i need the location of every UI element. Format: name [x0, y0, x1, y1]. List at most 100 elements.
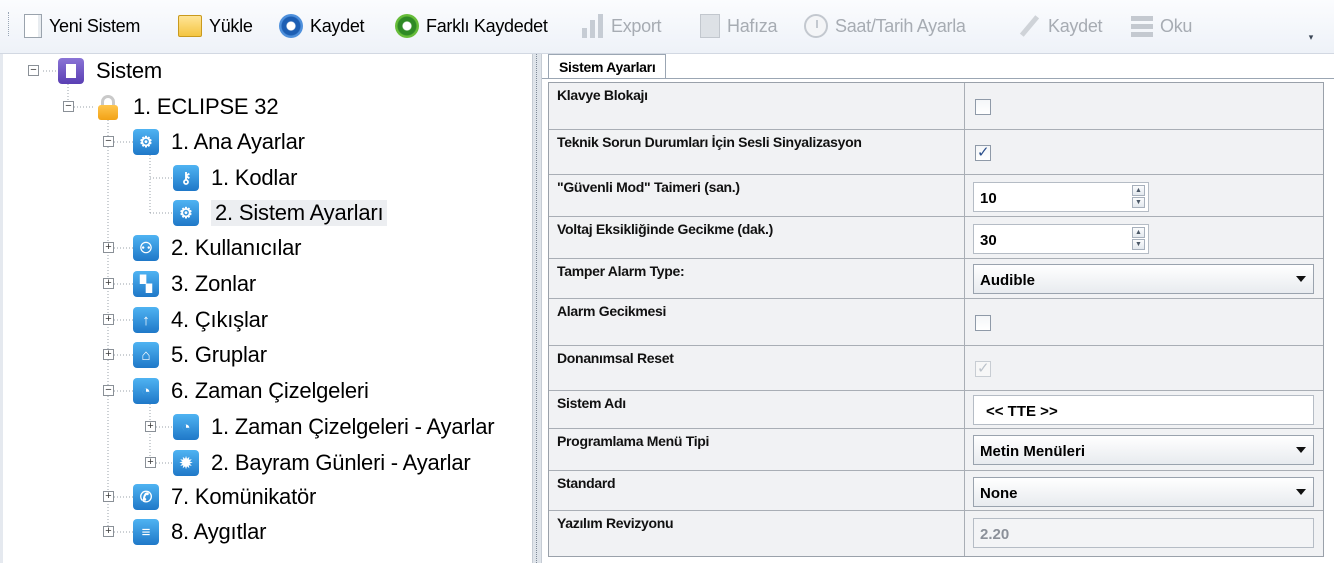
value-cell: 2.20: [965, 511, 1323, 556]
zone-icon: ▚: [133, 271, 159, 297]
standard-value: None: [980, 485, 1018, 502]
expander-eclipse[interactable]: −: [63, 101, 74, 112]
tree-node-zonlar[interactable]: ▚ 3. Zonlar: [133, 267, 256, 301]
label-alarm-gecikmesi: Alarm Gecikmesi: [549, 299, 965, 345]
expander-aygitlar[interactable]: +: [103, 526, 114, 537]
tree-node-zaman-cizelgeleri[interactable]: ◔ 6. Zaman Çizelgeleri: [133, 374, 369, 408]
pencil-icon: [1017, 14, 1041, 38]
memory-label: Hafıza: [727, 15, 778, 36]
alarm-gecikmesi-checkbox[interactable]: [975, 315, 991, 331]
value-cell: Audible: [965, 259, 1323, 298]
standard-dropdown[interactable]: None: [973, 477, 1314, 507]
panel-splitter[interactable]: [532, 54, 542, 563]
write-button[interactable]: Kaydet: [1017, 8, 1103, 44]
label-sistem-adi: Sistem Adı: [549, 391, 965, 428]
label-menu-tipi: Programlama Menü Tipi: [549, 429, 965, 470]
tree-label-kullanicilar: 2. Kullanıcılar: [171, 235, 302, 260]
memory-button[interactable]: Hafıza: [700, 8, 778, 44]
voltaj-gecikme-spinner[interactable]: 30 ▲ ▼: [973, 224, 1149, 254]
tree-node-kullanicilar[interactable]: ⚇ 2. Kullanıcılar: [133, 231, 301, 265]
value-cell: 30 ▲ ▼: [965, 217, 1323, 258]
tree-label-zonlar: 3. Zonlar: [171, 271, 257, 296]
expander-komunikator[interactable]: +: [103, 491, 114, 502]
label-sesli-sinyalizasyon: Teknik Sorun Durumları İçin Sesli Sinyal…: [549, 130, 965, 174]
spin-up-icon[interactable]: ▲: [1132, 227, 1145, 238]
tree-node-kodlar[interactable]: ⚷ 1. Kodlar: [173, 161, 297, 195]
set-time-date-button[interactable]: Saat/Tarih Ayarla: [804, 8, 966, 44]
expander-kullanicilar[interactable]: +: [103, 242, 114, 253]
tree-node-cikislar[interactable]: ↑ 4. Çıkışlar: [133, 303, 268, 337]
system-document-icon: [58, 58, 84, 84]
tree-node-zaman-ayarlar[interactable]: ◔ 1. Zaman Çizelgeleri - Ayarlar: [173, 410, 495, 444]
row-tamper-alarm: Tamper Alarm Type: Audible: [549, 259, 1323, 299]
save-as-button[interactable]: Farklı Kaydedet: [395, 8, 548, 44]
lock-icon: [95, 94, 121, 120]
tree-label-gruplar: 5. Gruplar: [171, 342, 267, 367]
arrow-up-icon: ↑: [133, 307, 159, 333]
read-label: Oku: [1160, 15, 1193, 36]
bar-chart-icon: [582, 14, 604, 38]
tamper-alarm-value: Audible: [980, 272, 1035, 289]
schedule-icon: ◔: [133, 378, 159, 404]
expander-sistem[interactable]: −: [28, 65, 39, 76]
expander-gruplar[interactable]: +: [103, 349, 114, 360]
expander-ana-ayarlar[interactable]: −: [103, 136, 114, 147]
phone-icon: ✆: [133, 484, 159, 510]
tree-node-aygitlar[interactable]: ≡ 8. Aygıtlar: [133, 515, 266, 549]
tree-label-komunikator: 7. Komünikatör: [171, 484, 317, 509]
klavye-blokaji-checkbox[interactable]: [975, 99, 991, 115]
sesli-sinyalizasyon-checkbox[interactable]: [975, 143, 991, 161]
save-button[interactable]: Kaydet: [279, 8, 365, 44]
guvenli-mod-spinner[interactable]: 10 ▲ ▼: [973, 182, 1149, 212]
tab-sistem-ayarlari[interactable]: Sistem Ayarları: [548, 54, 667, 79]
expander-bayram-gunleri[interactable]: +: [145, 457, 156, 468]
system-tree: − Sistem − 1. ECLIPSE 32 − ⚙ 1. Ana Ayar…: [0, 54, 532, 563]
menu-tipi-dropdown[interactable]: Metin Menüleri: [973, 435, 1314, 465]
expander-zaman-ayarlar[interactable]: +: [145, 421, 156, 432]
chevron-down-icon: [1296, 447, 1306, 453]
tree-node-ana-ayarlar[interactable]: ⚙ 1. Ana Ayarlar: [133, 125, 305, 159]
tree-label-kodlar: 1. Kodlar: [211, 165, 298, 190]
sistem-adi-input[interactable]: << TTE >>: [973, 395, 1314, 425]
value-cell: [965, 130, 1323, 174]
tree-label-cikislar: 4. Çıkışlar: [171, 307, 268, 332]
new-system-button[interactable]: Yeni Sistem: [24, 8, 140, 44]
read-button[interactable]: Oku: [1131, 8, 1192, 44]
label-voltaj-gecikme: Voltaj Eksikliğinde Gecikme (dak.): [549, 217, 965, 258]
tree-node-komunikator[interactable]: ✆ 7. Komünikatör: [133, 480, 316, 514]
expander-cikislar[interactable]: +: [103, 314, 114, 325]
tree-label-sistem: Sistem: [96, 58, 163, 83]
tamper-alarm-dropdown[interactable]: Audible: [973, 264, 1314, 294]
chevron-down-icon: [1296, 276, 1306, 282]
toolbar-overflow-icon[interactable]: ▾: [1306, 32, 1316, 42]
row-menu-tipi: Programlama Menü Tipi Metin Menüleri: [549, 429, 1323, 471]
folder-open-icon: [178, 15, 202, 37]
tree-node-eclipse-32[interactable]: 1. ECLIPSE 32: [95, 90, 279, 124]
expander-zaman-cizelgeleri[interactable]: −: [103, 385, 114, 396]
users-icon: ⚇: [133, 235, 159, 261]
export-button[interactable]: Export: [582, 8, 662, 44]
memory-chip-icon: [700, 14, 720, 38]
label-standard: Standard: [549, 471, 965, 510]
load-label: Yükle: [209, 15, 253, 36]
toolbar-grip[interactable]: [8, 12, 11, 36]
tree-node-bayram-gunleri[interactable]: ✹ 2. Bayram Günleri - Ayarlar: [173, 446, 471, 480]
spin-down-icon[interactable]: ▼: [1132, 197, 1145, 208]
row-sesli-sinyalizasyon: Teknik Sorun Durumları İçin Sesli Sinyal…: [549, 130, 1323, 175]
spin-down-icon[interactable]: ▼: [1132, 239, 1145, 250]
tree-node-sistem[interactable]: Sistem: [58, 54, 162, 88]
tree-node-gruplar[interactable]: ⌂ 5. Gruplar: [133, 338, 267, 372]
spin-up-icon[interactable]: ▲: [1132, 185, 1145, 196]
load-button[interactable]: Yükle: [178, 8, 253, 44]
label-guvenli-mod: "Güvenli Mod" Taimeri (san.): [549, 175, 965, 216]
app-window: Yeni Sistem Yükle Kaydet Farklı Kaydedet…: [0, 0, 1334, 563]
write-label: Kaydet: [1048, 15, 1103, 36]
save-disk-icon: [279, 14, 303, 38]
tree-node-sistem-ayarlari[interactable]: ⚙ 2. Sistem Ayarları: [173, 196, 388, 230]
house-icon: ⌂: [133, 342, 159, 368]
row-klavye-blokaji: Klavye Blokajı: [549, 83, 1323, 130]
tree-label-ana-ayarlar: 1. Ana Ayarlar: [171, 129, 305, 154]
row-alarm-gecikmesi: Alarm Gecikmesi: [549, 299, 1323, 346]
gears-icon: ⚙: [133, 129, 159, 155]
expander-zonlar[interactable]: +: [103, 278, 114, 289]
